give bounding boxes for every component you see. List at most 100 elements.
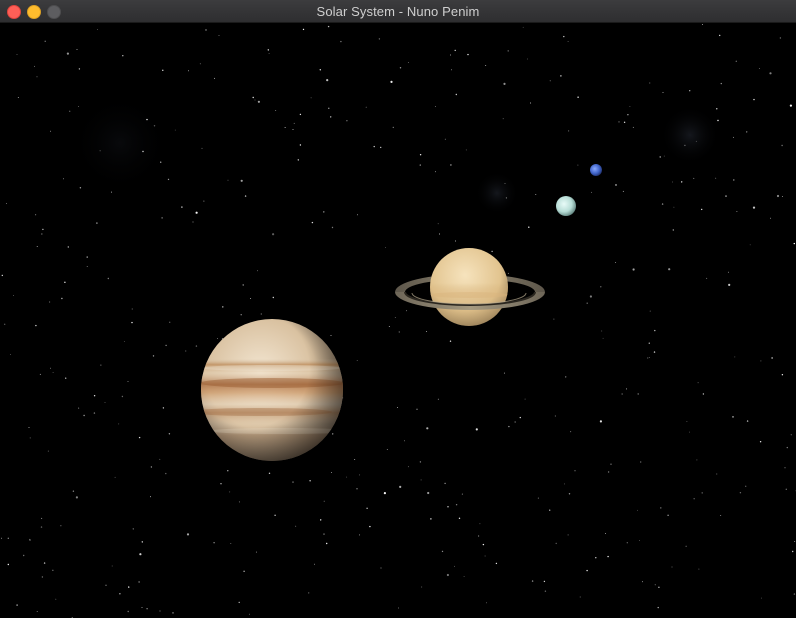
star — [42, 228, 44, 231]
star — [725, 195, 727, 197]
star — [622, 190, 624, 192]
star — [323, 533, 325, 535]
star — [479, 523, 481, 525]
star — [693, 177, 695, 179]
star — [105, 584, 107, 586]
star — [40, 526, 43, 528]
star — [331, 472, 332, 474]
star — [681, 181, 683, 183]
star — [658, 586, 660, 588]
star — [734, 356, 736, 358]
star — [717, 119, 719, 122]
star — [793, 242, 795, 245]
star — [686, 420, 688, 422]
star — [23, 554, 25, 557]
star — [122, 55, 124, 57]
star — [503, 372, 505, 374]
star — [565, 376, 567, 378]
star — [626, 388, 627, 390]
star — [660, 507, 662, 509]
star — [356, 488, 358, 490]
title-bar[interactable]: Solar System - Nuno Penim — [0, 0, 796, 23]
scene-canvas[interactable] — [0, 23, 796, 618]
star — [607, 471, 610, 473]
star — [138, 581, 140, 583]
star — [41, 233, 43, 235]
star — [531, 580, 534, 582]
star — [667, 514, 669, 516]
star — [649, 310, 651, 312]
star — [544, 590, 547, 592]
star — [392, 126, 394, 129]
star — [302, 28, 305, 31]
star — [93, 412, 96, 414]
star — [639, 539, 640, 541]
scene-viewport[interactable] — [0, 23, 796, 618]
star — [563, 35, 565, 38]
star — [508, 425, 510, 428]
star — [257, 270, 259, 272]
star — [159, 458, 161, 460]
star — [399, 485, 402, 488]
star — [560, 75, 562, 77]
star — [365, 106, 367, 108]
star — [735, 60, 737, 62]
star — [771, 357, 773, 359]
star — [574, 470, 576, 472]
star — [672, 181, 673, 183]
star — [274, 514, 276, 516]
star — [733, 179, 735, 181]
star — [268, 472, 271, 474]
star — [7, 537, 9, 539]
star — [399, 67, 402, 69]
star — [43, 562, 46, 564]
star — [426, 427, 429, 430]
star — [753, 98, 755, 101]
star — [454, 565, 455, 567]
star — [684, 144, 686, 147]
star — [781, 374, 784, 376]
star — [244, 195, 247, 197]
star — [514, 421, 516, 423]
star — [672, 229, 674, 231]
star — [406, 310, 408, 312]
star — [605, 532, 607, 534]
star — [17, 96, 19, 98]
star — [627, 114, 629, 116]
star — [39, 373, 41, 375]
star — [146, 608, 148, 610]
star — [555, 542, 557, 545]
star — [663, 155, 665, 157]
star — [491, 250, 493, 253]
star — [79, 187, 82, 189]
neptune-planet[interactable] — [590, 164, 602, 176]
star — [421, 586, 423, 588]
star — [272, 296, 274, 299]
star — [326, 79, 329, 82]
uranus-planet[interactable] — [556, 196, 576, 216]
star — [326, 542, 328, 545]
star — [615, 184, 617, 186]
star — [502, 118, 504, 120]
star — [107, 277, 110, 280]
star — [505, 197, 507, 199]
star — [50, 130, 52, 132]
star — [69, 110, 71, 113]
star — [467, 53, 469, 56]
star — [86, 256, 88, 258]
star — [111, 565, 113, 567]
star — [293, 122, 295, 124]
star — [99, 150, 101, 152]
app-window: Solar System - Nuno Penim — [0, 0, 796, 618]
star — [257, 100, 260, 103]
star — [330, 334, 332, 336]
star — [255, 551, 257, 553]
star — [78, 68, 81, 70]
star — [728, 283, 731, 286]
star — [586, 569, 588, 572]
star — [567, 534, 569, 536]
star — [366, 507, 368, 509]
star — [6, 202, 7, 204]
star — [390, 80, 393, 83]
star — [114, 476, 116, 478]
